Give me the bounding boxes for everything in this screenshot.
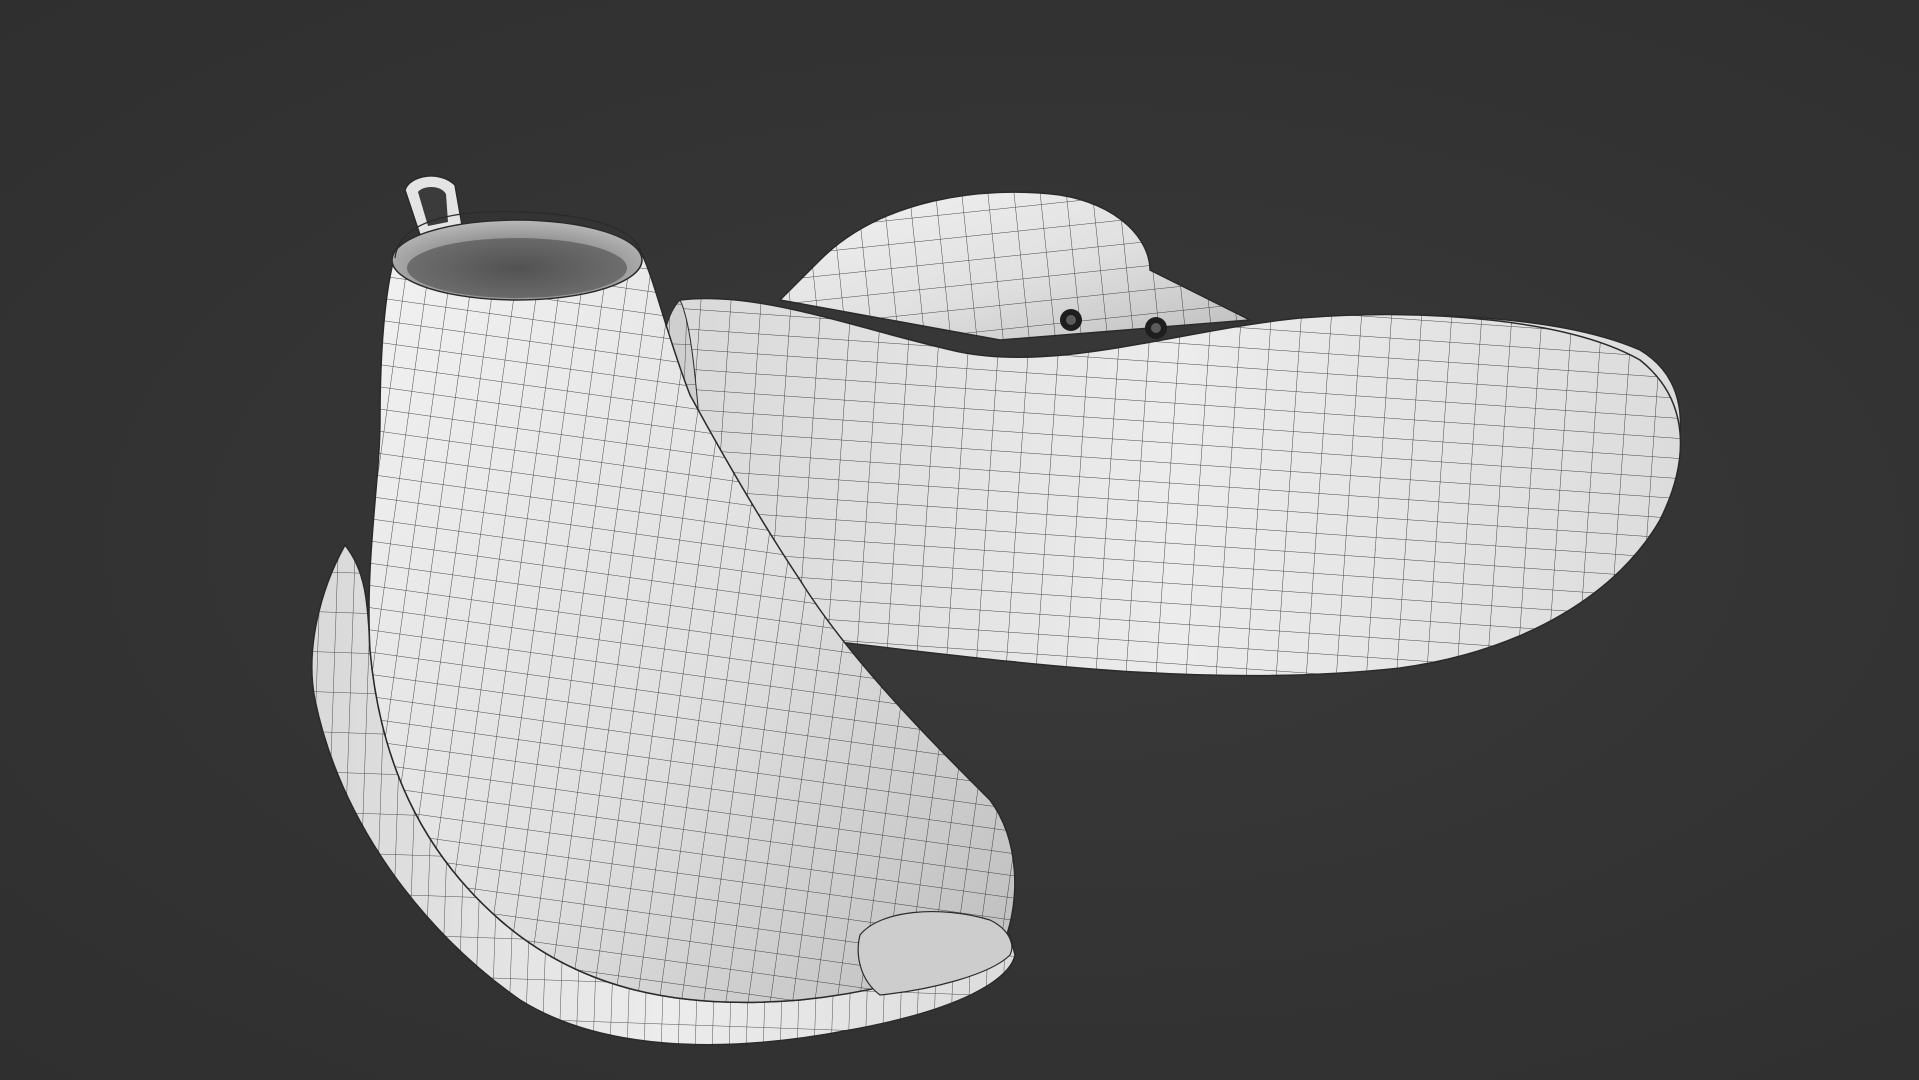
eyelet-icon (1145, 317, 1167, 339)
scene-canvas[interactable] (0, 0, 1919, 1080)
eyelet-icon (1060, 309, 1082, 331)
render-viewport[interactable] (0, 0, 1919, 1080)
